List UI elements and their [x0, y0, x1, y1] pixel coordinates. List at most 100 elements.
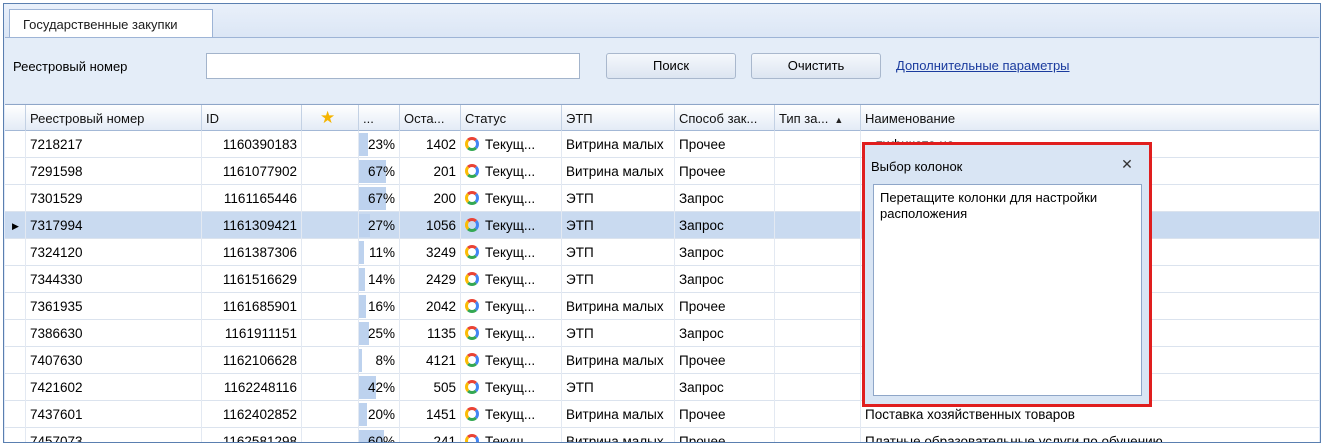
- cell-percent: 16%: [359, 293, 400, 320]
- cell-percent: 8%: [359, 347, 400, 374]
- advanced-params-link[interactable]: Дополнительные параметры: [896, 58, 1070, 73]
- status-icon: [465, 191, 479, 205]
- cell-type: [775, 428, 861, 442]
- percent-value: 42%: [367, 380, 395, 395]
- status-label: Текущ...: [485, 326, 536, 341]
- registry-number-label: Реестровый номер: [13, 59, 128, 74]
- header-type[interactable]: Тип за... ▲: [775, 105, 861, 131]
- table-row[interactable]: 7457073 1162581298 60% 241 Текущ... Витрина м…: [5, 428, 1320, 443]
- cell-rem: 4121: [400, 347, 461, 374]
- row-indicator: [5, 374, 26, 401]
- cell-method: Запрос: [675, 212, 775, 239]
- cell-id: 1162402852: [202, 401, 302, 428]
- row-indicator: ▶: [5, 212, 26, 239]
- header-indicator: [5, 105, 26, 131]
- cell-method: Прочее: [675, 293, 775, 320]
- cell-etp: ЭТП: [562, 239, 675, 266]
- header-percent[interactable]: ...: [359, 105, 400, 131]
- favorite-cell: [302, 401, 359, 428]
- row-indicator: [5, 347, 26, 374]
- favorite-cell: [302, 347, 359, 374]
- cell-type: [775, 293, 861, 320]
- status-label: Текущ...: [485, 218, 536, 233]
- percent-value: 16%: [367, 299, 395, 314]
- cell-method: Прочее: [675, 428, 775, 442]
- close-icon[interactable]: ✕: [1119, 155, 1135, 172]
- header-favorite[interactable]: ★: [302, 105, 359, 131]
- tab-strip: Государственные закупки: [4, 4, 1320, 39]
- cell-status: Текущ...: [461, 185, 562, 212]
- cell-method: Запрос: [675, 185, 775, 212]
- column-chooser-dialog[interactable]: Выбор колонок ✕ Перетащите колонки для н…: [862, 142, 1152, 407]
- header-type-label: Тип за...: [779, 111, 829, 126]
- cell-status: Текущ...: [461, 428, 562, 443]
- row-indicator: [5, 239, 26, 266]
- cell-id: 1162581298: [202, 428, 302, 442]
- header-method[interactable]: Способ зак...: [675, 105, 775, 131]
- status-label: Текущ...: [485, 380, 536, 395]
- cell-reg: 7324120: [26, 239, 202, 266]
- cell-method: Запрос: [675, 239, 775, 266]
- search-button[interactable]: Поиск: [606, 53, 736, 79]
- status-icon: [465, 245, 479, 259]
- row-indicator: [5, 131, 26, 158]
- status-label: Текущ...: [485, 407, 536, 422]
- cell-status: Текущ...: [461, 374, 562, 401]
- cell-id: 1161516629: [202, 266, 302, 293]
- cell-rem: 201: [400, 158, 461, 185]
- status-label: Текущ...: [485, 434, 536, 443]
- tab-goszakupki[interactable]: Государственные закупки: [9, 9, 213, 39]
- cell-etp: Витрина малых: [562, 158, 675, 185]
- registry-number-input[interactable]: [206, 53, 580, 79]
- header-registry-number[interactable]: Реестровый номер: [26, 105, 202, 131]
- cell-name: Платные образовательные услуги по обучен…: [861, 428, 1320, 442]
- status-label: Текущ...: [485, 353, 536, 368]
- percent-value: 67%: [367, 191, 395, 206]
- column-chooser-list[interactable]: Перетащите колонки для настройки располо…: [873, 184, 1142, 396]
- current-row-arrow-icon: ▶: [12, 221, 19, 231]
- cell-status: Текущ...: [461, 239, 562, 266]
- cell-rem: 1056: [400, 212, 461, 239]
- cell-etp: Витрина малых: [562, 401, 675, 428]
- status-label: Текущ...: [485, 245, 536, 260]
- star-icon: ★: [320, 108, 336, 127]
- cell-id: 1162106628: [202, 347, 302, 374]
- cell-type: [775, 374, 861, 401]
- percent-value: 11%: [368, 245, 395, 260]
- cell-id: 1161911151: [202, 320, 302, 347]
- percent-value: 25%: [367, 326, 395, 341]
- header-name[interactable]: Наименование: [861, 105, 1320, 131]
- row-indicator: [5, 320, 26, 347]
- favorite-cell: [302, 185, 359, 212]
- header-status[interactable]: Статус: [461, 105, 562, 131]
- cell-percent: 67%: [359, 185, 400, 212]
- cell-id: 1161165446: [202, 185, 302, 212]
- cell-etp: ЭТП: [562, 212, 675, 239]
- status-icon: [465, 299, 479, 313]
- cell-id: 1161685901: [202, 293, 302, 320]
- grid-header: Реестровый номер ID ★ ... Оста... Статус…: [5, 105, 1319, 131]
- header-etp[interactable]: ЭТП: [562, 105, 675, 131]
- header-id[interactable]: ID: [202, 105, 302, 131]
- cell-id: 1161309421: [202, 212, 302, 239]
- search-panel: Реестровый номер Поиск Очистить Дополнит…: [5, 37, 1319, 103]
- cell-method: Прочее: [675, 158, 775, 185]
- cell-percent: 67%: [359, 158, 400, 185]
- cell-rem: 2042: [400, 293, 461, 320]
- cell-reg: 7218217: [26, 131, 202, 158]
- status-icon: [465, 164, 479, 178]
- cell-type: [775, 131, 861, 158]
- status-icon: [465, 218, 479, 232]
- percent-value: 23%: [367, 137, 395, 152]
- cell-percent: 23%: [359, 131, 400, 158]
- cell-type: [775, 320, 861, 347]
- cell-rem: 1451: [400, 401, 461, 428]
- header-remaining[interactable]: Оста...: [400, 105, 461, 131]
- cell-id: 1161387306: [202, 239, 302, 266]
- percent-bar: [359, 268, 365, 291]
- status-label: Текущ...: [485, 137, 536, 152]
- cell-etp: ЭТП: [562, 374, 675, 401]
- cell-type: [775, 347, 861, 374]
- cell-percent: 25%: [359, 320, 400, 347]
- clear-button[interactable]: Очистить: [751, 53, 881, 79]
